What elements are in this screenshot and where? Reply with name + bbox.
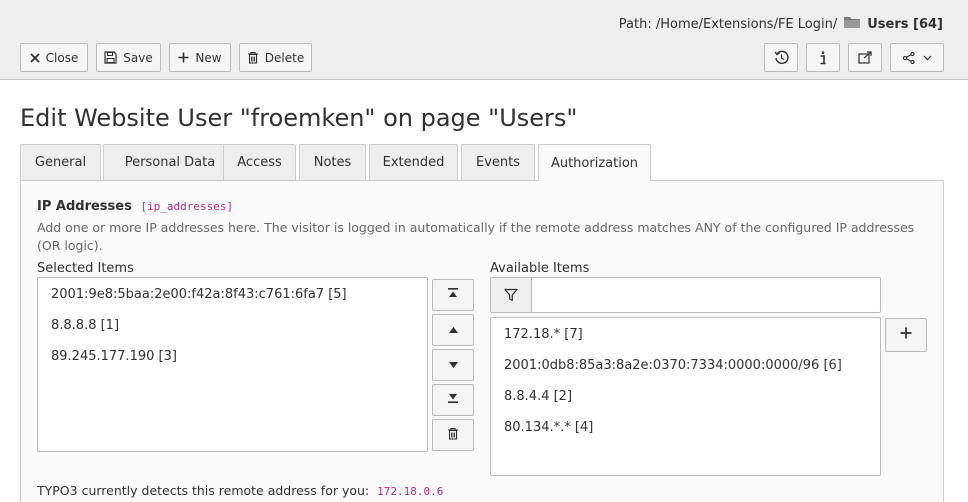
tab-extended[interactable]: Extended [369, 144, 458, 180]
move-to-bottom-icon [447, 392, 459, 408]
save-button[interactable]: Save [96, 43, 161, 72]
available-item[interactable]: 2001:0db8:85a3:8a2e:0370:7334:0000:0000/… [491, 355, 880, 386]
view-webpage-button[interactable] [848, 43, 882, 72]
move-to-top-icon [447, 287, 459, 303]
caret-up-icon [448, 323, 459, 338]
remote-address-value: 172.18.0.6 [377, 485, 444, 498]
available-items-label: Available Items [490, 261, 590, 276]
caret-down-icon [448, 358, 459, 373]
new-button[interactable]: New [169, 43, 231, 72]
remove-item-button[interactable] [432, 419, 474, 451]
trash-icon [447, 427, 459, 444]
add-item-button[interactable] [885, 318, 927, 352]
selected-item[interactable]: 8.8.8.8 [1] [38, 315, 427, 346]
trash-icon [247, 51, 259, 64]
open-new-window-icon [858, 51, 872, 64]
tab-general[interactable]: General [20, 144, 101, 180]
info-icon [820, 51, 826, 65]
folder-icon [843, 16, 861, 33]
delete-button[interactable]: Delete [239, 43, 312, 72]
selected-items-list[interactable]: 2001:9e8:5baa:2e00:f42a:8f43:c761:6fa7 [… [37, 277, 428, 452]
move-up-button[interactable] [432, 314, 474, 346]
available-item[interactable]: 80.134.*.* [4] [491, 417, 880, 448]
remote-address-note: TYPO3 currently detects this remote addr… [37, 483, 444, 498]
chevron-down-icon [923, 55, 932, 61]
tab-events[interactable]: Events [461, 144, 535, 180]
info-button[interactable] [806, 43, 840, 72]
path-label: Path: /Home/Extensions/FE Login/ [618, 17, 838, 32]
close-button[interactable]: Close [20, 43, 88, 72]
available-item[interactable]: 172.18.* [7] [491, 324, 880, 355]
available-items-list[interactable]: 172.18.* [7] 2001:0db8:85a3:8a2e:0370:73… [490, 317, 881, 476]
move-to-top-button[interactable] [432, 279, 474, 311]
move-down-button[interactable] [432, 349, 474, 381]
field-description: Add one or more IP addresses here. The v… [37, 220, 915, 253]
close-icon [30, 52, 40, 63]
page-title: Edit Website User "froemken" on page "Us… [20, 104, 578, 132]
plus-icon [900, 327, 912, 343]
field-name-code: [ip_addresses] [140, 200, 234, 213]
tab-notes[interactable]: Notes [299, 144, 366, 180]
docheader: Path: /Home/Extensions/FE Login/ Users [… [0, 0, 968, 80]
tab-personal-data[interactable]: Personal Data [103, 144, 237, 180]
selected-items-label: Selected Items [37, 261, 134, 276]
history-button[interactable] [764, 43, 798, 72]
move-to-bottom-button[interactable] [432, 384, 474, 416]
available-item[interactable]: 8.8.4.4 [2] [491, 386, 880, 417]
selected-item[interactable]: 89.245.177.190 [3] [38, 346, 427, 377]
tab-authorization[interactable]: Authorization [538, 144, 651, 181]
record-title: Users [64] [867, 17, 943, 32]
save-icon [104, 51, 117, 64]
field-label: IP Addresses [ip_addresses] [37, 199, 234, 214]
plus-icon [178, 52, 189, 63]
tab-panel-authorization: IP Addresses [ip_addresses] Add one or m… [20, 180, 944, 502]
breadcrumb: Path: /Home/Extensions/FE Login/ Users [… [619, 16, 943, 33]
available-items-filter [490, 277, 881, 313]
tab-access[interactable]: Access [223, 144, 296, 180]
filter-icon [491, 278, 532, 312]
share-icon [902, 51, 915, 64]
history-icon [773, 50, 789, 65]
filter-input[interactable] [532, 278, 880, 312]
selected-item[interactable]: 2001:9e8:5baa:2e00:f42a:8f43:c761:6fa7 [… [38, 284, 427, 315]
share-dropdown-button[interactable] [890, 43, 944, 72]
